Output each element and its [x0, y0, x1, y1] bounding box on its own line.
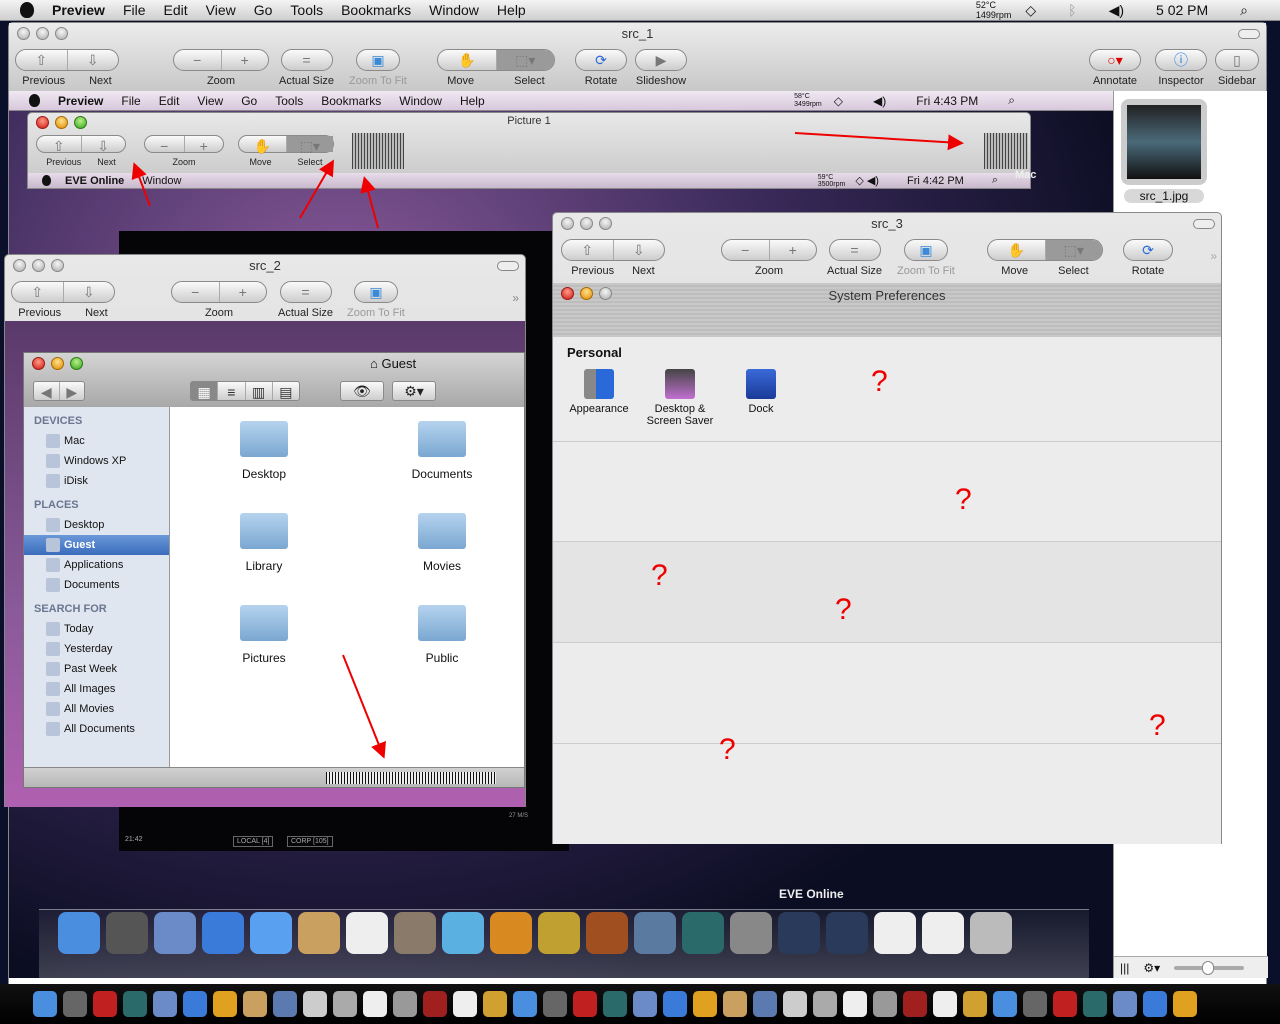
charts-dock-icon[interactable]: [993, 991, 1017, 1017]
image-capture-dock-icon[interactable]: [693, 991, 717, 1017]
time-machine-dock-icon[interactable]: [123, 991, 147, 1017]
quicktime-2-dock-icon[interactable]: [753, 991, 777, 1017]
preview-dock-icon[interactable]: [273, 991, 297, 1017]
dashboard-dock-icon[interactable]: [63, 991, 87, 1017]
installer-dock-icon[interactable]: [1083, 991, 1107, 1017]
camera-dock-icon[interactable]: [723, 991, 747, 1017]
arrow-to-next: [131, 162, 151, 207]
iphoto-dock-icon[interactable]: [633, 991, 657, 1017]
trash-dock-icon[interactable]: [1173, 991, 1197, 1017]
quicktime-dock-icon[interactable]: [543, 991, 567, 1017]
lamp-dock-icon[interactable]: [483, 991, 507, 1017]
preview-2-dock-icon[interactable]: [1143, 991, 1167, 1017]
scripteditor-dock-icon[interactable]: [963, 991, 987, 1017]
vlc-dock-icon[interactable]: [783, 991, 807, 1017]
arrow-to-status-bar: [342, 654, 386, 759]
ical-dock-icon[interactable]: [363, 991, 387, 1017]
calculator-dock-icon[interactable]: [393, 991, 417, 1017]
clock-dock-icon[interactable]: [333, 991, 357, 1017]
mail-2-dock-icon[interactable]: [843, 991, 867, 1017]
keynote-dock-icon[interactable]: [933, 991, 957, 1017]
mail-dock-icon[interactable]: [153, 991, 177, 1017]
disk-utility-dock-icon[interactable]: [513, 991, 537, 1017]
safari-dock-icon[interactable]: [183, 991, 207, 1017]
reader-dock-icon[interactable]: [813, 991, 837, 1017]
finder-dock-icon[interactable]: [33, 991, 57, 1017]
chair-app-dock-icon[interactable]: [93, 991, 117, 1017]
update-dock-icon[interactable]: [1113, 991, 1137, 1017]
arrow-to-sidebar: [794, 132, 964, 151]
dictionary-dock-icon[interactable]: [423, 991, 447, 1017]
arrow-to-select: [299, 159, 335, 219]
archive-dock-icon[interactable]: [663, 991, 687, 1017]
xcode-dock-icon[interactable]: [873, 991, 897, 1017]
annotation-arrows: [131, 132, 964, 759]
network-dock-icon[interactable]: [213, 991, 237, 1017]
itunes-dock-icon[interactable]: [573, 991, 597, 1017]
terminal-dock-icon[interactable]: [1023, 991, 1047, 1017]
arrow-to-slideshow: [360, 176, 379, 229]
bottom-dock: [0, 984, 1280, 1024]
address-book-dock-icon[interactable]: [243, 991, 267, 1017]
eve-dock-icon[interactable]: [903, 991, 927, 1017]
textedit-dock-icon[interactable]: [453, 991, 477, 1017]
garageband-dock-icon[interactable]: [603, 991, 627, 1017]
ipod-dock-icon[interactable]: [303, 991, 327, 1017]
activity-monitor-dock-icon[interactable]: [1053, 991, 1077, 1017]
